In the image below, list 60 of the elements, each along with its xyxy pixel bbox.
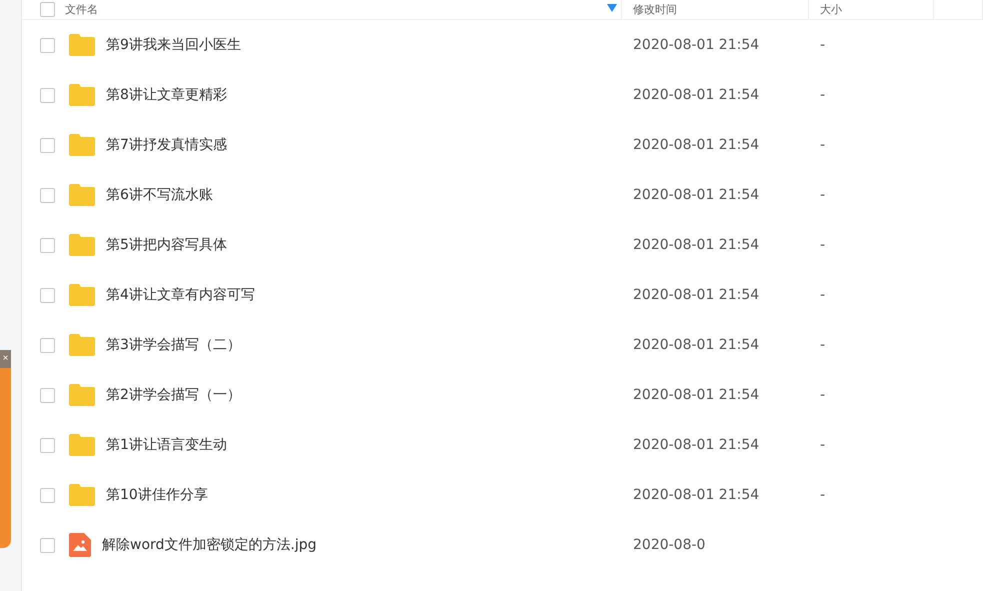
file-size: -: [819, 37, 826, 53]
file-size: -: [819, 87, 826, 103]
folder-icon: [69, 84, 95, 106]
sort-icon: [607, 4, 617, 12]
file-size: -: [819, 487, 826, 503]
file-name[interactable]: 第10讲佳作分享: [106, 486, 208, 504]
row-checkbox[interactable]: [40, 88, 55, 102]
file-name[interactable]: 第4讲让文章有内容可写: [106, 286, 255, 304]
modified-time: 2020-08-01 21:54: [632, 437, 760, 453]
modified-time: 2020-08-0: [632, 537, 706, 553]
file-name[interactable]: 第7讲抒发真情实感: [106, 136, 227, 154]
folder-icon: [69, 34, 95, 56]
row-checkbox[interactable]: [40, 438, 55, 452]
file-size: -: [819, 287, 826, 303]
folder-icon: [69, 484, 95, 506]
select-all-checkbox[interactable]: [40, 2, 55, 17]
file-name[interactable]: 第6讲不写流水账: [106, 186, 213, 204]
modified-time: 2020-08-01 21:54: [632, 187, 760, 203]
modified-time: 2020-08-01 21:54: [632, 337, 760, 353]
column-header[interactable]: 文件名: [65, 2, 98, 17]
modified-time: 2020-08-01 21:54: [632, 87, 760, 103]
column-header[interactable]: 大小: [820, 2, 842, 17]
row-checkbox[interactable]: [40, 188, 55, 202]
row-checkbox[interactable]: [40, 238, 55, 252]
row-checkbox[interactable]: [40, 338, 55, 352]
file-name[interactable]: 第2讲学会描写（一）: [106, 386, 241, 404]
file-name[interactable]: 第8讲让文章更精彩: [106, 86, 227, 104]
file-name[interactable]: 第1讲让语言变生动: [106, 436, 227, 454]
file-size: -: [819, 437, 826, 453]
file-size: -: [819, 137, 826, 153]
modified-time: 2020-08-01 21:54: [632, 37, 760, 53]
modified-time: 2020-08-01 21:54: [632, 287, 760, 303]
folder-icon: [69, 434, 95, 456]
column-header[interactable]: 修改时间: [633, 2, 677, 17]
file-size: -: [819, 337, 826, 353]
file-size: -: [819, 187, 826, 203]
file-name[interactable]: 第5讲把内容写具体: [106, 236, 227, 254]
modified-time: 2020-08-01 21:54: [632, 387, 760, 403]
row-checkbox[interactable]: [40, 488, 55, 502]
modified-time: 2020-08-01 21:54: [632, 137, 760, 153]
file-name[interactable]: 第3讲学会描写（二）: [106, 336, 241, 354]
folder-icon: [69, 284, 95, 306]
folder-icon: [69, 384, 95, 406]
folder-icon: [69, 184, 95, 206]
modified-time: 2020-08-01 21:54: [632, 237, 760, 253]
folder-icon: [69, 134, 95, 156]
file-name[interactable]: 第9讲我来当回小医生: [106, 36, 241, 54]
modified-time: 2020-08-01 21:54: [632, 487, 760, 503]
row-checkbox[interactable]: [40, 38, 55, 52]
folder-icon: [69, 334, 95, 356]
file-name[interactable]: 解除word文件加密锁定的方法.jpg: [102, 536, 317, 554]
row-checkbox[interactable]: [40, 388, 55, 402]
folder-icon: [69, 234, 95, 256]
image-file-icon: [69, 533, 91, 557]
file-size: -: [819, 387, 826, 403]
row-checkbox[interactable]: [40, 538, 55, 552]
close-button[interactable]: ×: [0, 350, 11, 368]
row-checkbox[interactable]: [40, 288, 55, 302]
row-checkbox[interactable]: [40, 138, 55, 152]
file-size: -: [819, 237, 826, 253]
